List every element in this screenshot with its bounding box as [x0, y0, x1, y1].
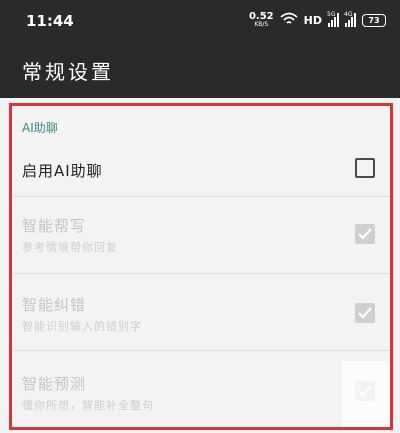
- battery-level: 73: [368, 15, 380, 25]
- section-header: AI助聊: [22, 121, 58, 135]
- checkbox-icon[interactable]: [355, 158, 375, 178]
- signal-icon: 5G: [327, 11, 339, 27]
- battery-icon: 73: [362, 13, 386, 27]
- setting-title: 智能纠错: [22, 296, 87, 314]
- setting-title: 智能预测: [22, 375, 87, 393]
- watermark-overlay: [342, 361, 390, 427]
- signal2-tag: 4G: [344, 11, 353, 18]
- status-icons: 0.52 KB/S HD 5G 4G 73: [249, 10, 386, 30]
- setting-row-smart-correction: 智能纠错 智能识别输入的错别字: [12, 274, 390, 350]
- setting-title: 启用AI助聊: [22, 162, 103, 180]
- setting-subtitle: 懂你所想，智能补全整句: [22, 399, 154, 412]
- setting-row-smart-writing: 智能帮写 参考情境帮你回复: [12, 197, 390, 273]
- setting-subtitle: 智能识别输入的错别字: [22, 320, 142, 333]
- signal1-tag: 5G: [327, 11, 336, 18]
- status-time: 11:44: [26, 12, 74, 30]
- checkmark-icon: [358, 228, 372, 240]
- app-bar: 常规设置: [0, 40, 400, 98]
- setting-subtitle: 参考情境帮你回复: [22, 241, 118, 254]
- settings-list: AI助聊 启用AI助聊 智能帮写 参考情境帮你回复 智能纠错 智能识别输入的错别…: [9, 103, 393, 430]
- checkbox-icon: [355, 303, 375, 323]
- setting-row-smart-prediction: 智能预测 懂你所想，智能补全整句: [12, 351, 390, 427]
- net-speed-unit: KB/S: [254, 21, 269, 28]
- wifi-icon: [280, 11, 298, 30]
- page-title: 常规设置: [22, 60, 114, 84]
- signal-icon: 4G: [344, 11, 356, 27]
- status-bar: 11:44 0.52 KB/S HD 5G 4G 73: [0, 0, 400, 40]
- setting-row-enable-ai[interactable]: 启用AI助聊: [12, 146, 390, 196]
- checkbox-icon: [355, 224, 375, 244]
- setting-title: 智能帮写: [22, 217, 87, 235]
- checkmark-icon: [358, 307, 372, 319]
- hd-indicator: HD: [303, 13, 322, 27]
- network-speed: 0.52 KB/S: [249, 12, 274, 28]
